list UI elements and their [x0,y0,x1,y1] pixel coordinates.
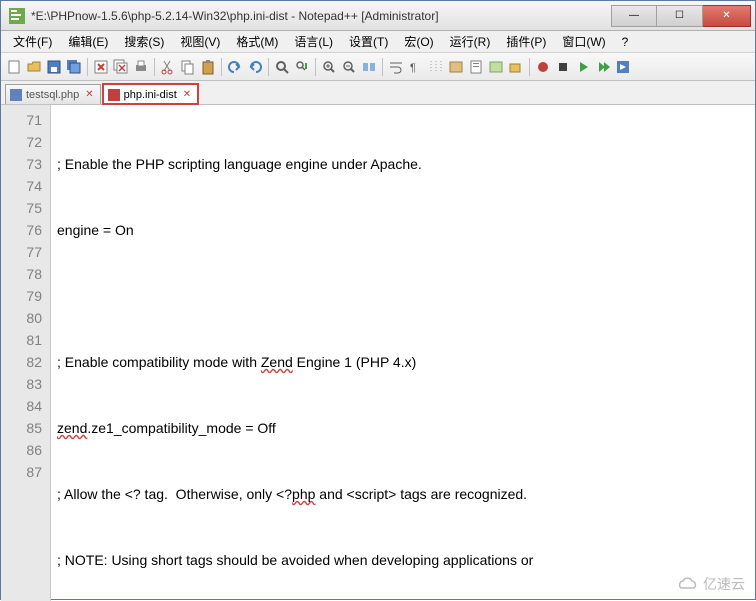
doc-map-icon[interactable] [467,58,485,76]
zoom-out-icon[interactable] [340,58,358,76]
line-number: 78 [1,263,42,285]
toolbar: ¶ [1,53,755,81]
code-area[interactable]: ; Enable the PHP scripting language engi… [51,105,755,601]
toolbar-separator [154,58,155,76]
file-icon [10,89,22,101]
save-icon[interactable] [45,58,63,76]
copy-icon[interactable] [179,58,197,76]
close-file-icon[interactable] [92,58,110,76]
cut-icon[interactable] [159,58,177,76]
tab-testsql[interactable]: testsql.php ✕ [5,84,101,104]
open-file-icon[interactable] [25,58,43,76]
line-number: 75 [1,197,42,219]
menu-help[interactable]: ? [614,33,637,51]
menu-view[interactable]: 视图(V) [172,31,228,52]
menu-macro[interactable]: 宏(O) [396,31,441,52]
minimize-button[interactable]: — [611,5,657,27]
paste-icon[interactable] [199,58,217,76]
menu-file[interactable]: 文件(F) [5,31,60,52]
user-lang-icon[interactable] [447,58,465,76]
tab-label: testsql.php [26,89,79,101]
editor: 717273747576 77 7879 80 81828384858687 ;… [1,105,755,601]
menu-format[interactable]: 格式(M) [228,31,286,52]
line-number: 72 [1,131,42,153]
redo-icon[interactable] [246,58,264,76]
tab-close-icon[interactable]: ✕ [85,89,93,100]
toolbar-separator [87,58,88,76]
line-number: 81 [1,329,42,351]
func-list-icon[interactable] [487,58,505,76]
line-number: 76 [1,219,42,241]
code-line: ; Enable the PHP scripting language engi… [57,153,749,175]
code-line: engine = On [57,219,749,241]
word-wrap-icon[interactable] [387,58,405,76]
code-line: ; Enable compatibility mode with Zend En… [57,351,749,373]
sync-scroll-icon[interactable] [360,58,378,76]
folder-tree-icon[interactable] [507,58,525,76]
menu-edit[interactable]: 编辑(E) [60,31,116,52]
menu-run[interactable]: 运行(R) [442,31,499,52]
code-line: ; Allow the <? tag. Otherwise, only <?ph… [57,483,749,505]
zoom-in-icon[interactable] [320,58,338,76]
line-number: 71 [1,109,42,131]
find-icon[interactable] [273,58,291,76]
menu-window[interactable]: 窗口(W) [554,31,613,52]
title-bar: *E:\PHPnow-1.5.6\php-5.2.14-Win32\php.in… [1,1,755,31]
line-number: 87 [1,461,42,483]
line-number-gutter: 717273747576 77 7879 80 81828384858687 [1,105,51,601]
toolbar-separator [268,58,269,76]
line-number: 77 [1,241,42,263]
toolbar-separator [529,58,530,76]
cloud-icon [675,576,699,592]
tab-label: php.ini-dist [124,89,177,101]
macro-repeat-icon[interactable] [594,58,612,76]
toolbar-separator [221,58,222,76]
tab-bar: testsql.php ✕ php.ini-dist ✕ [1,81,755,105]
close-all-icon[interactable] [112,58,130,76]
macro-stop-icon[interactable] [554,58,572,76]
file-icon [108,89,120,101]
macro-record-icon[interactable] [534,58,552,76]
new-file-icon[interactable] [5,58,23,76]
toolbar-separator [382,58,383,76]
replace-icon[interactable] [293,58,311,76]
window-title: *E:\PHPnow-1.5.6\php-5.2.14-Win32\php.in… [31,9,611,23]
close-button[interactable]: ✕ [703,5,751,27]
undo-icon[interactable] [226,58,244,76]
line-number: 80 [1,307,42,329]
indent-guide-icon[interactable] [427,58,445,76]
code-line [57,285,749,307]
menu-language[interactable]: 语言(L) [286,31,341,52]
line-number: 74 [1,175,42,197]
toolbar-separator [315,58,316,76]
menu-search[interactable]: 搜索(S) [116,31,172,52]
code-line: zend.ze1_compatibility_mode = Off [57,417,749,439]
line-number: 84 [1,395,42,417]
app-icon [9,8,25,24]
menu-settings[interactable]: 设置(T) [341,31,396,52]
line-number: 79 [1,285,42,307]
window-controls: — ☐ ✕ [611,5,751,27]
menu-plugins[interactable]: 插件(P) [498,31,554,52]
tab-php-ini[interactable]: php.ini-dist ✕ [103,84,199,104]
line-number: 85 [1,417,42,439]
macro-play-icon[interactable] [574,58,592,76]
svg-text:¶: ¶ [410,62,416,74]
line-number: 73 [1,153,42,175]
tab-close-icon[interactable]: ✕ [183,89,191,100]
line-number: 82 [1,351,42,373]
line-number: 86 [1,439,42,461]
print-icon[interactable] [132,58,150,76]
macro-save-icon[interactable] [614,58,632,76]
code-line: ; NOTE: Using short tags should be avoid… [57,549,749,571]
menu-bar: 文件(F) 编辑(E) 搜索(S) 视图(V) 格式(M) 语言(L) 设置(T… [1,31,755,53]
save-all-icon[interactable] [65,58,83,76]
line-number: 83 [1,373,42,395]
maximize-button[interactable]: ☐ [657,5,703,27]
show-chars-icon[interactable]: ¶ [407,58,425,76]
watermark: 亿速云 [675,573,745,595]
